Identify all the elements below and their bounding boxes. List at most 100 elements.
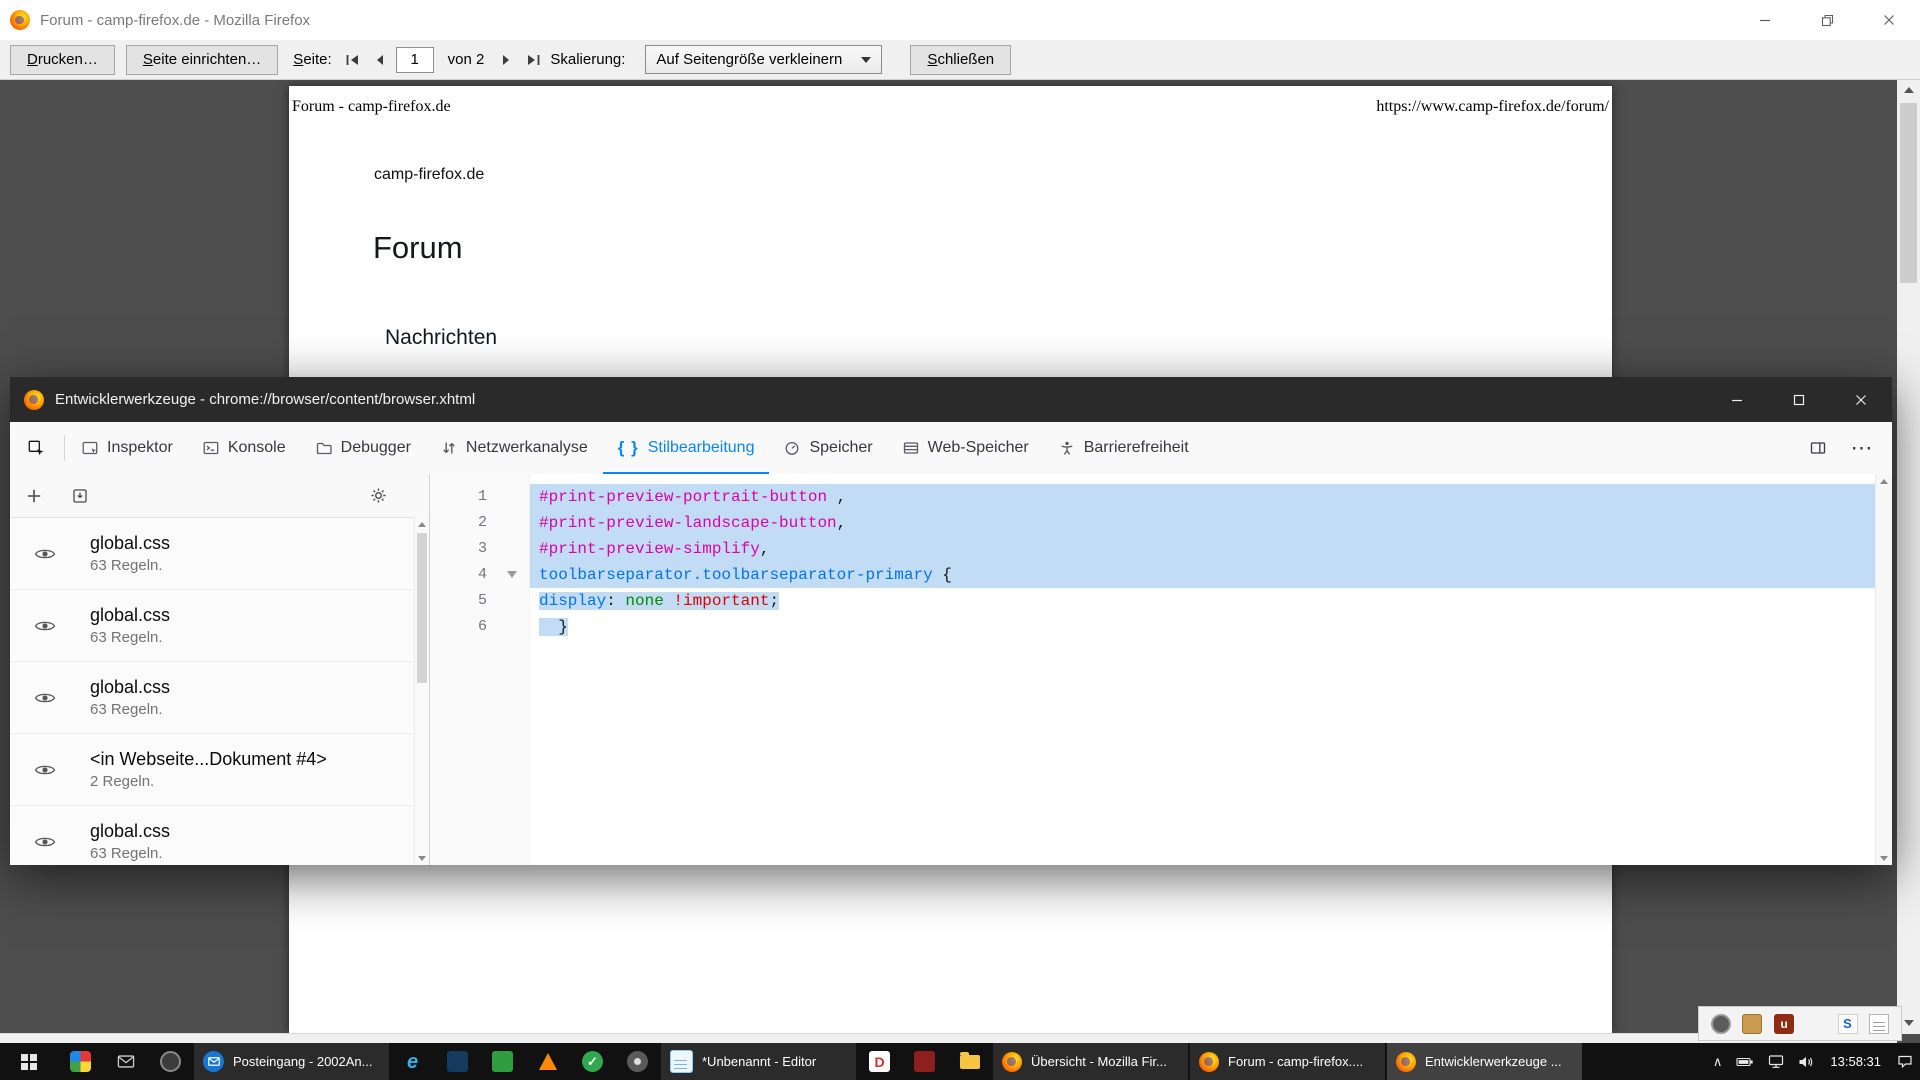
d-letter-app-icon[interactable]: D (857, 1043, 902, 1080)
stylesheet-item[interactable]: global.css 63 Regeln. (10, 518, 429, 590)
gear-icon[interactable] (370, 487, 387, 504)
tab-speicher[interactable]: Speicher (769, 422, 887, 474)
tab-label: Stilbearbeitung (648, 439, 755, 457)
restore-button[interactable] (1796, 0, 1858, 40)
dark-red-app-icon[interactable] (902, 1043, 947, 1080)
folder-icon[interactable] (947, 1043, 992, 1080)
console-icon (203, 440, 219, 456)
edge-icon[interactable]: e (390, 1043, 435, 1080)
document-tray-icon[interactable] (1869, 1014, 1889, 1034)
scroll-up-icon[interactable] (1897, 79, 1920, 101)
stylesheet-item[interactable]: global.css 63 Regeln. (10, 662, 429, 734)
orange-cone-icon[interactable] (525, 1043, 570, 1080)
close-button[interactable] (1830, 377, 1892, 422)
previous-page-button[interactable] (366, 47, 392, 73)
stylesheet-item[interactable]: global.css 63 Regeln. (10, 806, 429, 865)
eye-icon[interactable] (34, 619, 56, 633)
action-center-icon[interactable] (1890, 1043, 1920, 1080)
grid-tray-icon[interactable] (1806, 1014, 1826, 1034)
check-badge-icon[interactable]: ✓ (570, 1043, 615, 1080)
taskbar: Posteingang - 2002An... e ✓ *Unbenannt -… (0, 1043, 1920, 1080)
line-number: 6 (430, 614, 529, 640)
dark-blue-app-icon[interactable] (435, 1043, 480, 1080)
mail-app-icon[interactable] (103, 1043, 148, 1080)
maximize-button[interactable] (1768, 377, 1830, 422)
page-setup-button[interactable]: Seite einrichten… (126, 45, 278, 75)
tab-netzwerkanalyse[interactable]: Netzwerkanalyse (426, 422, 603, 474)
scroll-up-icon[interactable] (415, 517, 429, 531)
scrollbar-thumb[interactable] (417, 533, 427, 683)
preview-horizontal-scrollbar[interactable] (0, 1033, 1897, 1043)
import-stylesheet-icon[interactable] (72, 488, 88, 504)
code-line: toolbarseparator.toolbarseparator-primar… (530, 562, 1876, 588)
network-icon[interactable] (1761, 1043, 1791, 1080)
scroll-down-icon[interactable] (1876, 851, 1892, 865)
fold-arrow-icon[interactable] (507, 571, 517, 578)
eye-icon[interactable] (34, 547, 56, 561)
taskbar-button-firefox-uebersicht[interactable]: Übersicht - Mozilla Fir... (993, 1043, 1188, 1080)
tab-inspektor[interactable]: Inspektor (67, 422, 188, 474)
editor-scrollbar[interactable] (1875, 474, 1892, 865)
taskbar-button-devtools[interactable]: Entwicklerwerkzeuge ... (1387, 1043, 1582, 1080)
scroll-up-icon[interactable] (1876, 474, 1892, 488)
print-button[interactable]: Drucken… (10, 45, 115, 75)
css-source-editor[interactable]: 1 2 3 4 5 6 #print-preview-portrait-butt… (430, 474, 1892, 865)
print-window-titlebar[interactable]: Forum - camp-firefox.de - Mozilla Firefo… (0, 0, 1920, 40)
tab-barrierefreiheit[interactable]: Barrierefreiheit (1044, 422, 1204, 474)
taskbar-button-editor[interactable]: *Unbenannt - Editor (661, 1043, 856, 1080)
line-number-gutter: 1 2 3 4 5 6 (430, 474, 530, 865)
stylesheet-item[interactable]: global.css 63 Regeln. (10, 590, 429, 662)
tray-chevron-icon[interactable]: ∧ (1706, 1043, 1730, 1080)
clock[interactable]: 13:58:31 (1821, 1043, 1890, 1080)
red-badge-icon[interactable]: u (1774, 1014, 1794, 1034)
close-button[interactable] (1858, 0, 1920, 40)
last-page-button[interactable] (520, 47, 546, 73)
eye-icon[interactable] (34, 691, 56, 705)
node-picker-icon[interactable] (10, 422, 62, 474)
green-app-icon[interactable] (480, 1043, 525, 1080)
firefox-icon (24, 390, 44, 410)
eye-icon[interactable] (34, 835, 56, 849)
next-page-button[interactable] (494, 47, 520, 73)
tab-debugger[interactable]: Debugger (301, 422, 426, 474)
round-tray-icon[interactable] (1711, 1014, 1731, 1034)
system-tray: ∧ 13:58:31 (1706, 1043, 1920, 1080)
firefox-icon (1002, 1052, 1022, 1072)
taskbar-button-mail[interactable]: Posteingang - 2002An... (194, 1043, 389, 1080)
firefox-icon (1199, 1052, 1219, 1072)
new-stylesheet-icon[interactable] (26, 488, 42, 504)
split-pane-icon[interactable] (1796, 422, 1840, 474)
tab-web-speicher[interactable]: Web-Speicher (888, 422, 1044, 474)
sidebar-scrollbar[interactable] (414, 517, 429, 865)
code-pane[interactable]: #print-preview-portrait-button , #print-… (530, 474, 1876, 865)
package-tray-icon[interactable] (1742, 1014, 1762, 1034)
first-page-button[interactable] (340, 47, 366, 73)
tab-stilbearbeitung[interactable]: { } Stilbearbeitung (603, 422, 770, 474)
devtools-titlebar[interactable]: Entwicklerwerkzeuge - chrome://browser/c… (10, 377, 1892, 422)
battery-icon[interactable] (1729, 1043, 1761, 1080)
stylesheet-item[interactable]: <in Webseite...Dokument #4> 2 Regeln. (10, 734, 429, 806)
tray-overflow-flyout: u S (1698, 1006, 1902, 1041)
minimize-button[interactable] (1706, 377, 1768, 422)
meatball-menu-icon[interactable]: ⋯ (1840, 422, 1884, 474)
taskbar-button-firefox-forum[interactable]: Forum - camp-firefox.... (1190, 1043, 1385, 1080)
volume-icon[interactable] (1791, 1043, 1821, 1080)
minimize-button[interactable] (1734, 0, 1796, 40)
scrollbar-thumb[interactable] (1900, 103, 1917, 283)
preview-vertical-scrollbar[interactable] (1897, 79, 1920, 1034)
page-number-input[interactable] (396, 47, 434, 73)
gray-app-icon[interactable] (615, 1043, 660, 1080)
scroll-down-icon[interactable] (415, 851, 429, 865)
colorful-app-icon[interactable] (58, 1043, 103, 1080)
s-badge-icon[interactable]: S (1838, 1014, 1858, 1034)
scale-select[interactable]: Auf Seitengröße verkleinern (645, 45, 882, 74)
windows-logo-icon (21, 1054, 37, 1070)
stylesheet-name: <in Webseite...Dokument #4> (90, 749, 429, 770)
dark-circle-app-icon[interactable] (148, 1043, 193, 1080)
eye-icon[interactable] (34, 763, 56, 777)
notepad-icon (670, 1050, 693, 1073)
taskbar-button-label: Entwicklerwerkzeuge ... (1425, 1054, 1573, 1069)
start-button[interactable] (0, 1043, 58, 1080)
close-preview-button[interactable]: Schließen (910, 45, 1011, 75)
tab-konsole[interactable]: Konsole (188, 422, 301, 474)
